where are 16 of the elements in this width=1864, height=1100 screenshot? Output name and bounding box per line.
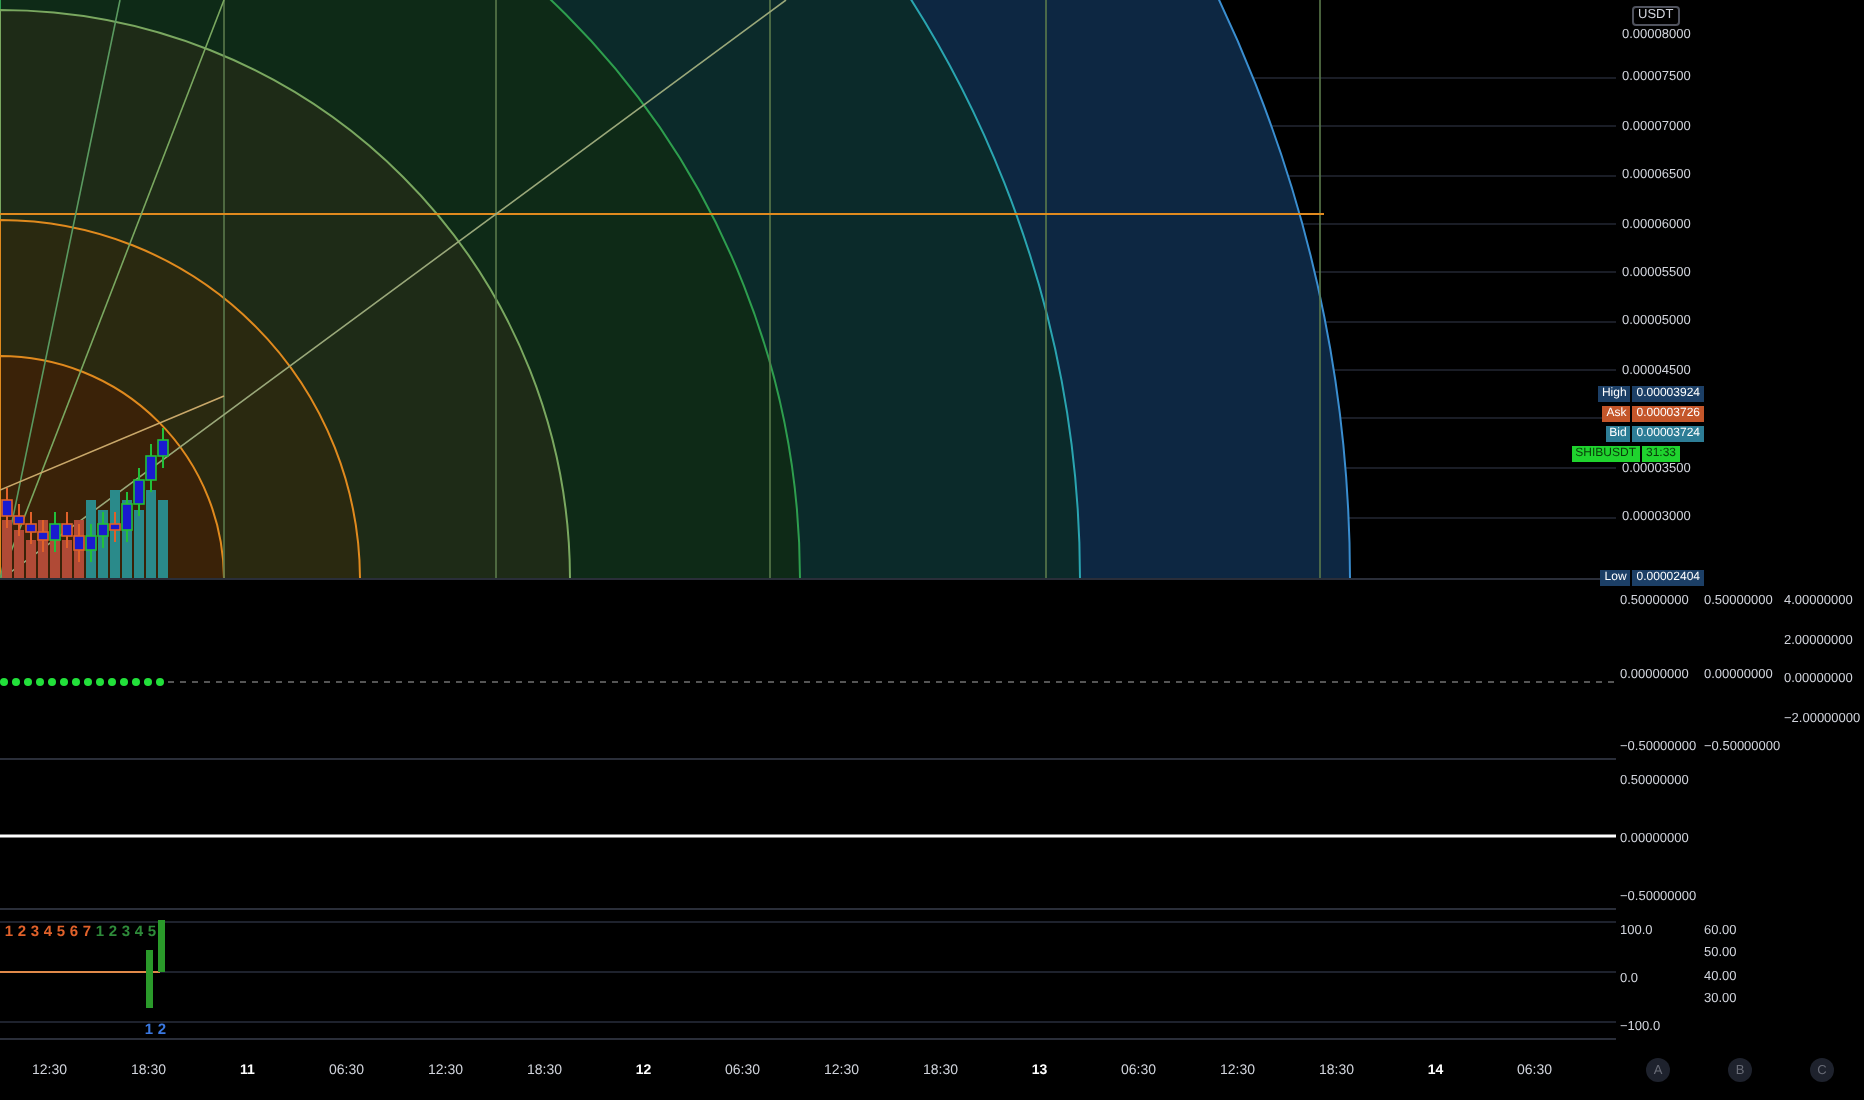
signal-dot [120, 678, 128, 686]
signal-dot [156, 678, 164, 686]
signal-dot [0, 678, 8, 686]
signal-dot [132, 678, 140, 686]
signal-dot [144, 678, 152, 686]
signal-dot [108, 678, 116, 686]
signal-dot [84, 678, 92, 686]
signal-dot [60, 678, 68, 686]
histogram-bar [158, 920, 165, 972]
signal-dot [24, 678, 32, 686]
signal-dot [48, 678, 56, 686]
signal-dot [96, 678, 104, 686]
histogram-bar [146, 950, 153, 1008]
signal-dot [36, 678, 44, 686]
signal-dot [72, 678, 80, 686]
signal-dot [12, 678, 20, 686]
